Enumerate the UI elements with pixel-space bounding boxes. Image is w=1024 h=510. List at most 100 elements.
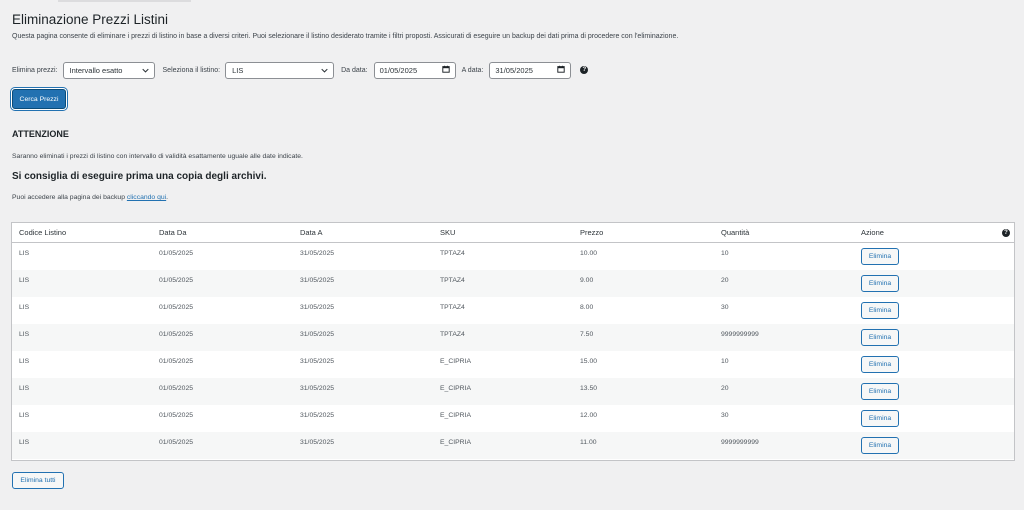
backup-suffix: .: [166, 194, 169, 201]
page-title: Eliminazione Prezzi Listini: [12, 12, 169, 27]
delete-row-button[interactable]: Elimina: [861, 248, 899, 265]
cell-data-a: 31/05/2025: [300, 277, 335, 284]
cell-sku: E_CIPRIA: [440, 412, 471, 419]
table-header: Codice Listino Data Da Data A SKU Prezzo…: [12, 223, 1014, 243]
calendar-icon[interactable]: [441, 65, 450, 75]
page-description: Questa pagina consente di eliminare i pr…: [12, 33, 679, 40]
table-row: LIS 01/05/2025 31/05/2025 E_CIPRIA 13.50 20 El…: [12, 378, 1014, 405]
mode-label: Elimina prezzi:: [12, 66, 58, 74]
col-header-prezzo: Prezzo: [580, 228, 604, 237]
cell-prezzo: 7.50: [580, 331, 594, 338]
help-icon[interactable]: ?: [580, 66, 589, 74]
cell-sku: TPTAZ4: [440, 277, 465, 284]
table-row: LIS 01/05/2025 31/05/2025 E_CIPRIA 12.00 30 El…: [12, 405, 1014, 432]
col-header-data-da: Data Da: [159, 228, 187, 237]
delete-row-button[interactable]: Elimina: [861, 410, 899, 427]
cell-data-a: 31/05/2025: [300, 412, 335, 419]
cell-data-da: 01/05/2025: [159, 250, 194, 257]
filter-bar: Elimina prezzi: Intervallo esatto Selezi…: [12, 61, 589, 79]
mode-select[interactable]: Intervallo esatto: [62, 61, 155, 79]
table-body: LIS 01/05/2025 31/05/2025 TPTAZ4 10.00 10 Elim…: [12, 243, 1014, 459]
cell-data-da: 01/05/2025: [159, 331, 194, 338]
cell-codice: LIS: [19, 358, 30, 365]
cell-codice: LIS: [19, 385, 30, 392]
delete-row-button[interactable]: Elimina: [861, 356, 899, 373]
help-icon[interactable]: ?: [1002, 229, 1010, 237]
cell-data-a: 31/05/2025: [300, 358, 335, 365]
cell-sku: E_CIPRIA: [440, 358, 471, 365]
chevron-down-icon: [321, 67, 328, 73]
col-header-quantita: Quantità: [721, 228, 750, 237]
backup-prefix: Puoi accedere alla pagina dei backup: [12, 194, 127, 201]
from-date-value: 01/05/2025: [379, 65, 418, 75]
prices-table: Codice Listino Data Da Data A SKU Prezzo…: [11, 222, 1015, 461]
cell-data-da: 01/05/2025: [159, 358, 194, 365]
cell-sku: E_CIPRIA: [440, 385, 471, 392]
cell-codice: LIS: [19, 250, 30, 257]
cell-quantita: 9999999999: [721, 439, 759, 446]
delete-row-button[interactable]: Elimina: [861, 302, 899, 319]
cell-codice: LIS: [19, 304, 30, 311]
cell-prezzo: 8.00: [580, 304, 594, 311]
table-row: LIS 01/05/2025 31/05/2025 TPTAZ4 10.00 10 Elim…: [12, 243, 1014, 270]
cell-sku: TPTAZ4: [440, 304, 465, 311]
cell-quantita: 20: [721, 277, 729, 284]
cell-prezzo: 13.50: [580, 385, 598, 392]
mode-select-value: Intervallo esatto: [69, 65, 123, 75]
col-header-data-a: Data A: [300, 228, 323, 237]
cell-data-da: 01/05/2025: [159, 439, 194, 446]
calendar-icon[interactable]: [557, 65, 566, 75]
delete-row-button[interactable]: Elimina: [861, 275, 899, 292]
cell-prezzo: 11.00: [580, 439, 597, 446]
cell-data-a: 31/05/2025: [300, 304, 335, 311]
backup-link-line: Puoi accedere alla pagina dei backup cli…: [12, 194, 168, 201]
search-prices-button[interactable]: Cerca Prezzi: [12, 89, 66, 109]
list-select-value: LIS: [232, 65, 244, 75]
notice-text: Saranno eliminati i prezzi di listino co…: [12, 153, 303, 160]
cell-quantita: 10: [721, 358, 729, 365]
table-row: LIS 01/05/2025 31/05/2025 TPTAZ4 8.00 30 Elimi…: [12, 297, 1014, 324]
delete-row-button[interactable]: Elimina: [861, 437, 899, 454]
to-date-value: 31/05/2025: [495, 65, 533, 75]
cell-quantita: 9999999999: [721, 331, 759, 338]
delete-row-button[interactable]: Elimina: [861, 383, 899, 400]
cell-sku: TPTAZ4: [440, 250, 465, 257]
from-date-input[interactable]: 01/05/2025: [373, 61, 456, 79]
cell-codice: LIS: [19, 277, 30, 284]
cell-data-a: 31/05/2025: [300, 385, 335, 392]
cell-sku: E_CIPRIA: [440, 439, 471, 446]
cell-prezzo: 12.00: [580, 412, 598, 419]
list-label: Seleziona il listino:: [162, 66, 221, 74]
cell-codice: LIS: [19, 412, 30, 419]
list-select[interactable]: LIS: [225, 61, 335, 79]
delete-all-button[interactable]: Elimina tutti: [12, 472, 64, 489]
to-date-label: A data:: [461, 66, 484, 74]
cell-prezzo: 15.00: [580, 358, 598, 365]
cell-data-a: 31/05/2025: [300, 250, 335, 257]
backup-advice: Si consiglia di eseguire prima una copia…: [12, 171, 267, 182]
cell-quantita: 10: [721, 250, 729, 257]
delete-row-button[interactable]: Elimina: [861, 329, 899, 346]
table-row: LIS 01/05/2025 31/05/2025 TPTAZ4 7.50 9999999…: [12, 324, 1014, 351]
cell-data-a: 31/05/2025: [300, 331, 335, 338]
cell-codice: LIS: [19, 439, 30, 446]
backup-link[interactable]: cliccando qui: [127, 194, 166, 201]
cell-prezzo: 9.00: [580, 277, 594, 284]
from-date-label: Da data:: [341, 66, 368, 74]
cell-data-da: 01/05/2025: [159, 412, 194, 419]
cell-prezzo: 10.00: [580, 250, 598, 257]
cell-data-da: 01/05/2025: [159, 385, 194, 392]
table-row: LIS 01/05/2025 31/05/2025 TPTAZ4 9.00 20 Elimi…: [12, 270, 1014, 297]
attention-heading: ATTENZIONE: [12, 129, 69, 139]
col-header-codice: Codice Listino: [19, 228, 67, 237]
to-date-input[interactable]: 31/05/2025: [489, 61, 572, 79]
cell-data-da: 01/05/2025: [159, 277, 194, 284]
cell-sku: TPTAZ4: [440, 331, 465, 338]
cell-quantita: 20: [721, 385, 729, 392]
col-header-sku: SKU: [440, 228, 456, 237]
chevron-down-icon: [141, 67, 149, 73]
table-row: LIS 01/05/2025 31/05/2025 E_CIPRIA 11.00 9999…: [12, 432, 1014, 459]
cell-data-da: 01/05/2025: [159, 304, 194, 311]
cell-data-a: 31/05/2025: [300, 439, 335, 446]
cell-codice: LIS: [19, 331, 30, 338]
